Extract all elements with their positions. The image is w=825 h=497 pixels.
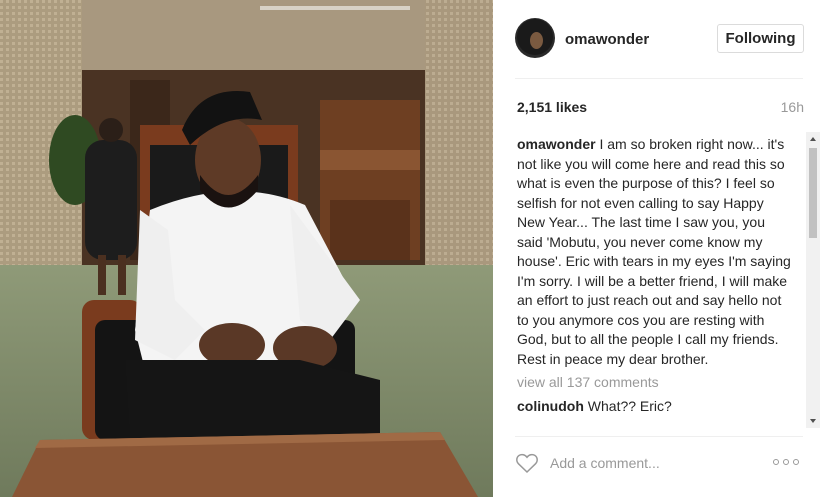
comment-item: colinudoh What?? Eric? [517,397,793,417]
following-button[interactable]: Following [717,24,804,53]
post-photo[interactable] [0,0,493,497]
view-all-comments-link[interactable]: view all 137 comments [517,373,793,393]
more-dot [773,459,779,465]
comment-username[interactable]: colinudoh [517,398,584,414]
scroll-up-arrow-icon[interactable] [806,132,820,146]
scroll-thumb[interactable] [809,148,817,238]
heart-icon[interactable] [515,452,539,474]
instagram-post: omawonder Following 2,151 likes 16h omaw… [0,0,825,497]
likes-count[interactable]: 2,151 likes [517,99,587,115]
username-link[interactable]: omawonder [565,31,649,48]
post-timestamp[interactable]: 16h [781,99,804,115]
post-details-panel: omawonder Following 2,151 likes 16h omaw… [493,0,825,497]
more-dot [783,459,789,465]
scroll-down-arrow-icon[interactable] [806,414,820,428]
comments-scrollbar[interactable] [806,132,820,428]
more-options-icon[interactable] [773,456,799,468]
caption: omawonder I am so broken right now... it… [517,135,793,369]
add-comment-input[interactable] [550,453,750,473]
avatar[interactable] [515,18,555,58]
actions-divider [515,436,803,437]
header-divider [515,78,803,79]
comments-list: omawonder I am so broken right now... it… [517,135,793,428]
avatar-face [530,32,543,49]
comment-text: What?? Eric? [587,397,672,414]
caption-username[interactable]: omawonder [517,136,596,152]
caption-text: I am so broken right now... it's not lik… [517,136,791,367]
more-dot [793,459,799,465]
photo-scene [0,0,493,497]
post-header: omawonder Following [493,0,825,78]
